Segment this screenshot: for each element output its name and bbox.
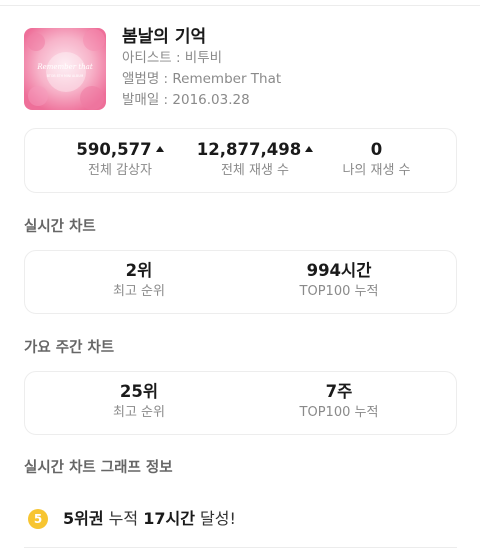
- weekly-top100-value: 7주: [325, 382, 353, 401]
- realtime-peak-value: 2위: [125, 261, 153, 280]
- play-stats-card: 590,577 전체 감상자 12,877,498 전체 재생 수 0 나의 재…: [24, 128, 457, 193]
- total-listeners-stat: 590,577 전체 감상자: [55, 129, 185, 192]
- album-name-line[interactable]: 앨범명 : Remember That: [122, 69, 281, 90]
- song-title[interactable]: 봄날의 기억: [122, 26, 281, 48]
- my-plays-value: 0: [370, 140, 383, 159]
- realtime-peak-rank: 2위 최고 순위: [65, 251, 213, 313]
- artist-line[interactable]: 아티스트 : 비투비: [122, 48, 281, 69]
- total-plays-value: 12,877,498: [196, 140, 302, 159]
- total-listeners-label: 전체 감상자: [88, 163, 152, 178]
- album-info: 봄날의 기억 아티스트 : 비투비 앨범명 : Remember That 발매…: [122, 26, 281, 111]
- achievement-suffix: 달성!: [200, 509, 236, 528]
- cover-subtitle-text: BTOB 8TH MINI ALBUM: [47, 74, 84, 78]
- my-plays-stat: 0 나의 재생 수: [325, 129, 428, 192]
- my-plays-label: 나의 재생 수: [342, 163, 411, 178]
- realtime-chart-title: 실시간 차트: [24, 219, 96, 235]
- achievement-text: 5위권 누적 17시간 달성!: [63, 508, 236, 530]
- chart-graph-info-title: 실시간 차트 그래프 정보: [24, 460, 173, 476]
- realtime-top100-hours: 994시간 TOP100 누적: [265, 251, 413, 313]
- achievement-rank: 5위권: [63, 509, 104, 528]
- realtime-peak-label: 최고 순위: [113, 284, 165, 299]
- weekly-chart-card: 25위 최고 순위 7주 TOP100 누적: [24, 371, 457, 435]
- album-header: Remember that BTOB 8TH MINI ALBUM 봄날의 기억…: [24, 26, 464, 112]
- trend-up-icon: [155, 145, 164, 152]
- rank-badge-icon: 5: [28, 509, 48, 529]
- realtime-top100-label: TOP100 누적: [299, 284, 379, 299]
- achievement-mid: 누적: [108, 509, 139, 528]
- realtime-chart-card: 2위 최고 순위 994시간 TOP100 누적: [24, 250, 457, 314]
- weekly-top100-weeks: 7주 TOP100 누적: [265, 372, 413, 434]
- weekly-peak-value: 25위: [119, 382, 159, 401]
- total-plays-label: 전체 재생 수: [220, 163, 290, 178]
- total-listeners-value: 590,577: [76, 140, 152, 159]
- weekly-chart-title: 가요 주간 차트: [24, 340, 115, 356]
- top-divider: [0, 0, 480, 6]
- realtime-top100-value: 994시간: [306, 261, 372, 280]
- trend-up-icon: [305, 145, 314, 152]
- cover-title-text: Remember that: [36, 63, 93, 71]
- weekly-peak-rank: 25위 최고 순위: [65, 372, 213, 434]
- achievement-row: 5 5위권 누적 17시간 달성!: [28, 507, 236, 531]
- bottom-divider: [24, 547, 457, 548]
- achievement-duration: 17시간: [143, 509, 195, 528]
- album-cover[interactable]: Remember that BTOB 8TH MINI ALBUM: [24, 28, 106, 110]
- weekly-top100-label: TOP100 누적: [299, 405, 379, 420]
- total-plays-stat: 12,877,498 전체 재생 수: [185, 129, 325, 192]
- weekly-peak-label: 최고 순위: [113, 405, 165, 420]
- album-cover-art: Remember that BTOB 8TH MINI ALBUM: [24, 28, 106, 110]
- release-date-line: 발매일 : 2016.03.28: [122, 92, 250, 108]
